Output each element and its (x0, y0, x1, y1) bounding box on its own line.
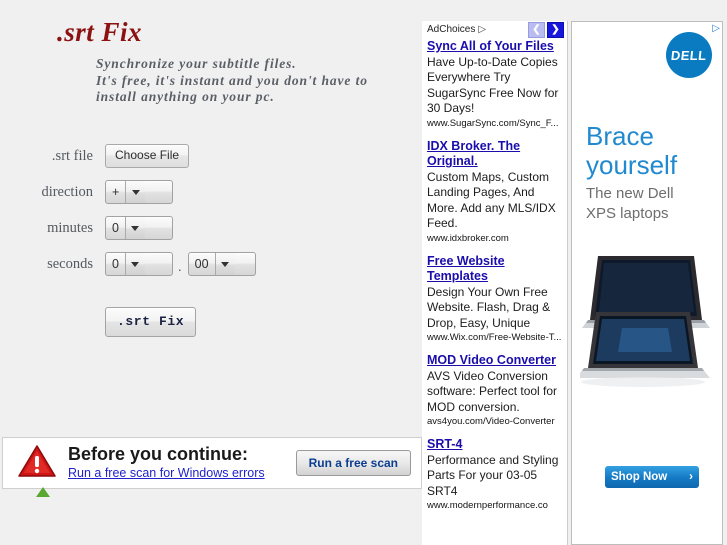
page-title: .srt Fix (57, 17, 143, 47)
text-ad-title[interactable]: SRT-4 (427, 437, 564, 453)
text-ad-item: MOD Video Converter AVS Video Conversion… (427, 353, 564, 428)
adchoices-bar: AdChoices ▷ ❮ ❯ (427, 21, 564, 38)
label-minutes: minutes (47, 219, 93, 236)
text-ad-description: Design Your Own Free Website. Flash, Dra… (427, 284, 551, 330)
chevron-down-icon (124, 217, 145, 239)
chevron-down-icon (125, 181, 146, 203)
adchoices-icon: ▷ (478, 24, 487, 35)
adchoices-label[interactable]: AdChoices ▷ (427, 24, 486, 35)
shop-now-button[interactable]: Shop Now › (605, 466, 699, 488)
text-ad-url[interactable]: avs4you.com/Video-Converter (427, 415, 564, 428)
green-triangle-icon (36, 487, 50, 497)
run-free-scan-button[interactable]: Run a free scan (295, 450, 411, 476)
seconds-fraction-select-value: 00 (194, 257, 209, 271)
text-ad-description: AVS Video Conversion software: Perfect t… (427, 368, 558, 414)
direction-select[interactable]: + (105, 180, 173, 204)
text-ad-title[interactable]: MOD Video Converter (427, 353, 564, 369)
control-direction: + (105, 180, 173, 204)
chevron-right-icon: › (689, 471, 693, 483)
seconds-select[interactable]: 0 (105, 252, 173, 276)
minutes-select[interactable]: 0 (105, 216, 173, 240)
label-seconds: seconds (47, 255, 93, 272)
form-row-seconds: seconds 0 . 00 (0, 246, 416, 282)
control-seconds: 0 . 00 (105, 252, 256, 276)
direction-select-value: + (112, 185, 120, 199)
dell-logo: DELL (666, 32, 712, 78)
shop-now-label: Shop Now (611, 471, 668, 483)
control-srt-file: Choose File (105, 144, 190, 168)
text-ad-description: Performance and Styling Parts For your 0… (427, 452, 559, 498)
banner-text-block: Before you continue: Run a free scan for… (68, 444, 296, 482)
text-ad-url[interactable]: www.SugarSync.com/Sync_F... (427, 117, 564, 130)
ads-prev-button[interactable]: ❮ (528, 21, 545, 38)
text-ads-column: AdChoices ▷ ❮ ❯ Sync All of Your Files H… (422, 21, 568, 545)
chevron-down-icon (214, 253, 235, 275)
text-ad-item: SRT-4 Performance and Styling Parts For … (427, 437, 564, 512)
label-direction: direction (41, 183, 93, 200)
bottom-banner-ad[interactable]: Before you continue: Run a free scan for… (2, 437, 422, 489)
adchoices-icon[interactable]: ▷ (712, 23, 720, 34)
text-ad-description: Custom Maps, Custom Landing Pages, And M… (427, 169, 556, 231)
dell-ad-headline: Brace yourself (586, 122, 677, 180)
text-ad-item: IDX Broker. The Original. Custom Maps, C… (427, 139, 564, 245)
banner-headline: Before you continue: (68, 444, 249, 464)
tagline-line-2: It's free, it's instant and you don't ha… (96, 72, 368, 88)
label-srt-file: .srt file (51, 147, 93, 164)
ad-pagination: ❮ ❯ (528, 21, 564, 38)
srt-fix-submit-button[interactable]: .srt Fix (105, 307, 197, 337)
text-ad-url[interactable]: www.Wix.com/Free-Website-T... (427, 331, 564, 344)
text-ad-title[interactable]: Free Website Templates (427, 254, 564, 285)
seconds-select-value: 0 (112, 257, 119, 271)
dell-display-ad[interactable]: ▷ DELL Brace yourself The new Dell XPS l… (571, 21, 723, 545)
dell-ad-subhead: The new Dell XPS laptops (586, 184, 674, 224)
form-row-minutes: minutes 0 (0, 210, 416, 246)
page-tagline: Synchronize your subtitle files. It's fr… (96, 56, 368, 106)
warning-triangle-icon (18, 444, 56, 483)
text-ad-title[interactable]: Sync All of Your Files (427, 39, 564, 55)
minutes-select-value: 0 (112, 221, 119, 235)
form-row-file: .srt file Choose File (0, 138, 416, 174)
banner-link[interactable]: Run a free scan for Windows errors (68, 466, 265, 480)
dell-headline-line-1: Brace (586, 121, 654, 151)
ads-next-button[interactable]: ❯ (547, 21, 564, 38)
srt-sync-form: .srt file Choose File direction + minute… (0, 138, 416, 282)
text-ad-description: Have Up-to-Date Copies Everywhere Try Su… (427, 54, 559, 116)
text-ad-url[interactable]: www.idxbroker.com (427, 232, 564, 245)
dell-logo-text: DELL (670, 47, 708, 63)
dell-subhead-line-1: The new Dell (586, 185, 674, 202)
tagline-line-1: Synchronize your subtitle files. (96, 56, 297, 71)
chevron-down-icon (124, 253, 145, 275)
tagline-line-3: install anything on your pc. (96, 89, 275, 104)
laptop-image (580, 256, 710, 387)
text-ad-title[interactable]: IDX Broker. The Original. (427, 139, 564, 170)
dell-headline-line-2: yourself (586, 150, 678, 180)
seconds-separator: . (178, 258, 182, 274)
submit-row: .srt Fix (105, 307, 197, 337)
control-minutes: 0 (105, 216, 173, 240)
form-row-direction: direction + (0, 174, 416, 210)
adchoices-text: AdChoices (427, 24, 476, 35)
choose-file-button[interactable]: Choose File (105, 144, 190, 168)
text-ad-item: Sync All of Your Files Have Up-to-Date C… (427, 39, 564, 130)
text-ad-item: Free Website Templates Design Your Own F… (427, 254, 564, 345)
text-ad-url[interactable]: www.modernperformance.co (427, 499, 564, 512)
dell-subhead-line-2: XPS laptops (586, 205, 669, 222)
seconds-fraction-select[interactable]: 00 (187, 252, 256, 276)
